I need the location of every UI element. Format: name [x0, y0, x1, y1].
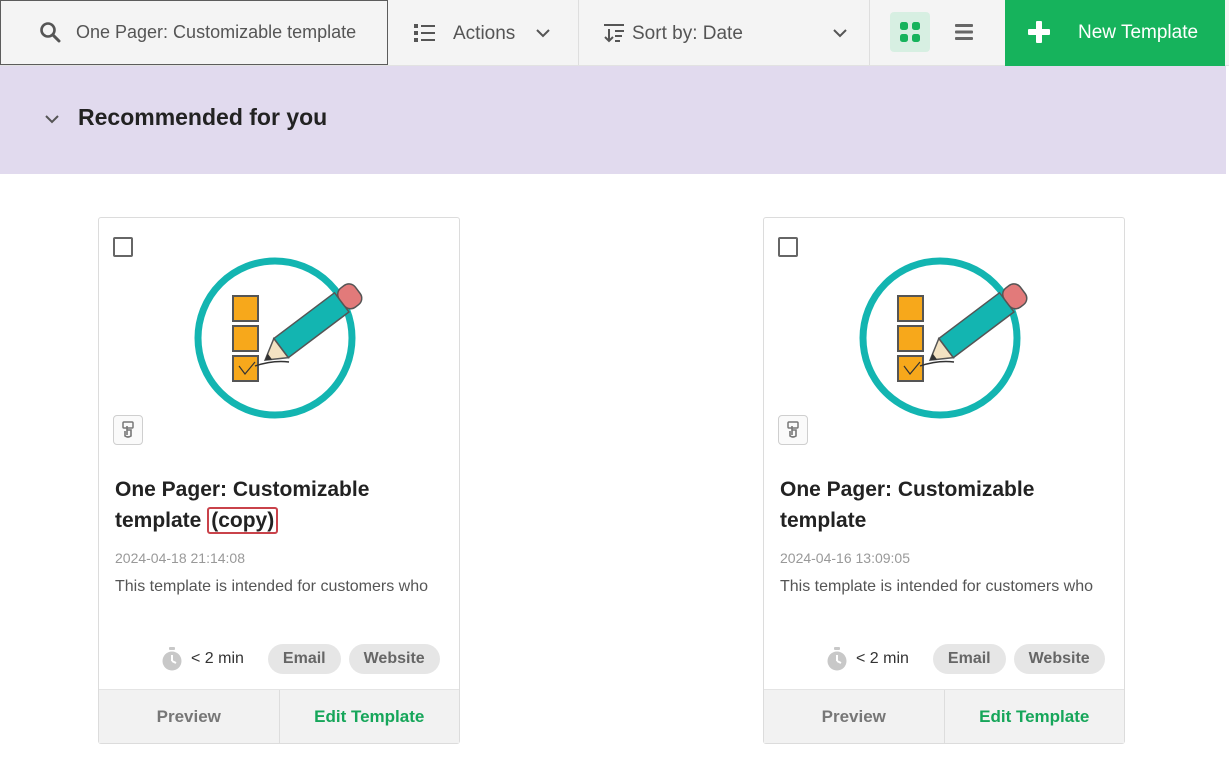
- preview-button[interactable]: Preview: [764, 690, 945, 743]
- stopwatch-icon: [162, 647, 182, 671]
- duration: < 2 min: [856, 650, 909, 667]
- actions-dropdown[interactable]: Actions: [389, 0, 579, 65]
- edit-template-button[interactable]: Edit Template: [945, 690, 1125, 743]
- grid-view-toggle[interactable]: [890, 12, 930, 52]
- template-meta: < 2 min Email Website: [161, 644, 448, 674]
- tag-chip: Website: [348, 644, 440, 674]
- card-footer: Preview Edit Template: [764, 689, 1124, 743]
- template-description: This template is intended for customers …: [780, 578, 1094, 595]
- template-description: This template is intended for customers …: [115, 578, 429, 595]
- template-title[interactable]: One Pager: Customizable template (copy): [115, 474, 445, 536]
- template-date: 2024-04-18 21:14:08: [115, 550, 245, 566]
- select-checkbox[interactable]: [778, 237, 798, 257]
- list-icon: [955, 24, 973, 40]
- tag-chip: Email: [267, 644, 341, 674]
- template-card[interactable]: One Pager: Customizable template 2024-04…: [763, 217, 1125, 744]
- list-view-toggle[interactable]: [944, 12, 984, 52]
- select-checkbox[interactable]: [113, 237, 133, 257]
- tag-chip: Website: [1013, 644, 1105, 674]
- template-title-text: One Pager: Customizable template: [780, 478, 1035, 532]
- tag-chip: Email: [932, 644, 1006, 674]
- chevron-down-icon: [536, 29, 550, 38]
- touch-icon: [113, 415, 143, 445]
- search-box[interactable]: [0, 0, 388, 65]
- duration: < 2 min: [191, 650, 244, 667]
- search-icon: [40, 22, 61, 43]
- touch-icon: [778, 415, 808, 445]
- list-actions-icon: [414, 24, 435, 42]
- preview-button[interactable]: Preview: [99, 690, 280, 743]
- edit-template-button[interactable]: Edit Template: [280, 690, 460, 743]
- search-input[interactable]: [76, 18, 376, 46]
- chevron-down-icon: [833, 29, 847, 38]
- new-template-button[interactable]: New Template: [1005, 0, 1225, 66]
- toolbar: Actions Sort by: Date: [0, 0, 1229, 66]
- plus-icon: [1028, 21, 1050, 43]
- section-title: Recommended for you: [78, 104, 328, 130]
- sort-dropdown[interactable]: Sort by: Date: [579, 0, 870, 65]
- template-meta: < 2 min Email Website: [826, 644, 1113, 674]
- template-title[interactable]: One Pager: Customizable template: [780, 474, 1110, 536]
- grid-icon: [900, 22, 920, 42]
- template-card[interactable]: One Pager: Customizable template (copy) …: [98, 217, 460, 744]
- template-date: 2024-04-16 13:09:05: [780, 550, 910, 566]
- recommended-section-header[interactable]: Recommended for you: [0, 66, 1226, 174]
- actions-label: Actions: [453, 23, 516, 44]
- chevron-down-icon: [45, 115, 59, 124]
- sort-label: Sort by: Date: [632, 23, 743, 44]
- card-footer: Preview Edit Template: [99, 689, 459, 743]
- template-thumbnail-icon: [859, 257, 1028, 419]
- stopwatch-icon: [827, 647, 847, 671]
- sort-icon: [604, 24, 624, 43]
- template-thumbnail-icon: [194, 257, 363, 419]
- copy-suffix: (copy): [207, 507, 279, 534]
- new-template-label: New Template: [1078, 22, 1199, 43]
